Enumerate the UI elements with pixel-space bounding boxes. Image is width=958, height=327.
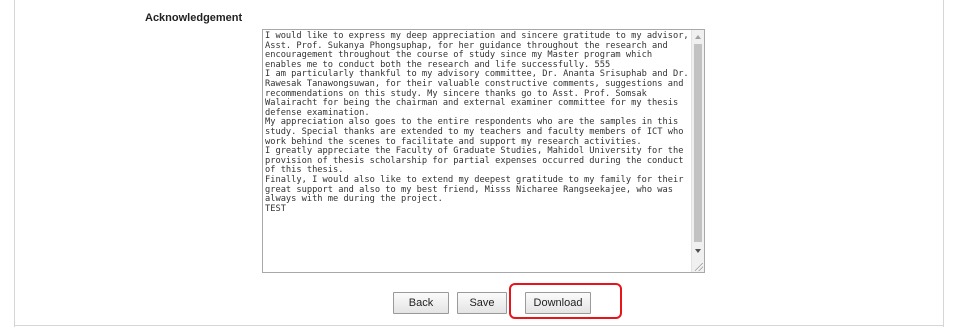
textarea-scrollbar[interactable] — [691, 30, 704, 272]
acknowledgement-page: Acknowledgement I would like to express … — [0, 0, 958, 327]
panel-right-border — [943, 0, 944, 327]
acknowledgement-label: Acknowledgement — [145, 12, 243, 24]
save-button[interactable]: Save — [457, 292, 507, 314]
acknowledgement-textarea[interactable]: I would like to express my deep apprecia… — [262, 29, 705, 273]
resize-grip-icon[interactable] — [695, 263, 703, 271]
download-button[interactable]: Download — [525, 292, 591, 314]
scroll-down-arrow-icon[interactable] — [695, 249, 701, 253]
panel-left-border — [14, 0, 15, 327]
back-button[interactable]: Back — [393, 292, 449, 314]
scroll-up-arrow-icon[interactable] — [695, 35, 701, 39]
panel-bottom-border — [14, 325, 944, 326]
acknowledgement-text[interactable]: I would like to express my deep apprecia… — [265, 31, 689, 214]
scrollbar-thumb[interactable] — [694, 44, 702, 242]
